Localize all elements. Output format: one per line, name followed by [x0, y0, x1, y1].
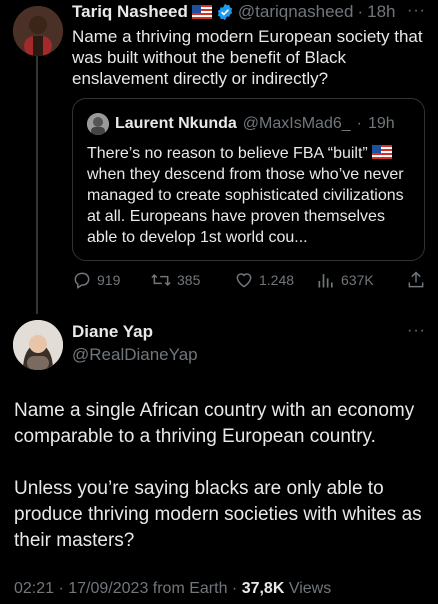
- like-count: 1.248: [259, 272, 295, 288]
- views-icon: [318, 274, 333, 288]
- quote-author-name: Laurent Nkunda: [115, 115, 237, 132]
- views-label: Views: [284, 580, 332, 597]
- verified-badge-icon: [217, 3, 233, 21]
- reply-button[interactable]: 919: [72, 270, 120, 290]
- tweet-action-bar: 919 385 1.248 637K: [72, 270, 428, 294]
- views-count: 637K: [341, 272, 374, 288]
- quote-avatar: [87, 113, 109, 135]
- like-button[interactable]: 1.248: [234, 270, 294, 290]
- parent-tweet-header: Tariq Nasheed @tariqnasheed · 18h: [72, 2, 396, 22]
- views-button[interactable]: 637K: [316, 270, 374, 290]
- reply-author-name[interactable]: Diane Yap: [72, 322, 198, 342]
- repost-count: 385: [177, 272, 201, 288]
- more-icon[interactable]: ···: [407, 322, 426, 340]
- tweet-metadata: 02:21 · 17/09/2023 from Earth · 37,8K Vi…: [14, 580, 331, 598]
- avatar[interactable]: [13, 320, 63, 370]
- like-icon: [236, 273, 252, 288]
- separator-dot: ·: [357, 2, 364, 21]
- quote-text-part1: There’s no reason to believe FBA “built”: [87, 145, 368, 162]
- reply-count: 919: [97, 272, 121, 288]
- reply-text-paragraph: Unless you’re saying blacks are only abl…: [14, 478, 422, 551]
- quoted-tweet-card[interactable]: Laurent Nkunda @MaxIsMad6_ · 19h There’s…: [72, 98, 425, 261]
- quote-text-part2: when they descend from those who’ve neve…: [87, 166, 404, 246]
- separator-dot: ·: [356, 115, 362, 132]
- reply-tweet-header: Diane Yap @RealDianeYap: [72, 322, 198, 365]
- timestamp[interactable]: 02:21 · 17/09/2023 from Earth ·: [14, 580, 242, 597]
- parent-age[interactable]: 18h: [367, 2, 395, 22]
- quoted-tweet-header: Laurent Nkunda @MaxIsMad6_ · 19h: [87, 113, 395, 135]
- reply-icon: [74, 272, 90, 289]
- avatar[interactable]: [13, 6, 63, 56]
- share-icon: [408, 271, 424, 288]
- quoted-tweet-text: There’s no reason to believe FBA “built”…: [87, 143, 415, 248]
- repost-button[interactable]: 385: [150, 270, 200, 290]
- more-icon[interactable]: ···: [407, 2, 426, 20]
- parent-tweet-text: Name a thriving modern European society …: [72, 27, 423, 88]
- thread-connector-line: [36, 56, 38, 314]
- parent-author-name[interactable]: Tariq Nasheed: [72, 2, 188, 22]
- quote-age: 19h: [367, 115, 395, 132]
- views-total: 37,8K: [241, 580, 285, 597]
- parent-handle[interactable]: @tariqnasheed: [238, 2, 354, 22]
- reply-text-paragraph: Name a single African country with an ec…: [14, 400, 415, 447]
- flag-us-icon: [372, 145, 393, 159]
- reply-handle[interactable]: @RealDianeYap: [72, 345, 198, 365]
- flag-us-icon: [191, 5, 212, 19]
- repost-icon: [151, 273, 171, 287]
- quote-handle: @MaxIsMad6_: [242, 115, 351, 132]
- share-button[interactable]: [406, 270, 426, 290]
